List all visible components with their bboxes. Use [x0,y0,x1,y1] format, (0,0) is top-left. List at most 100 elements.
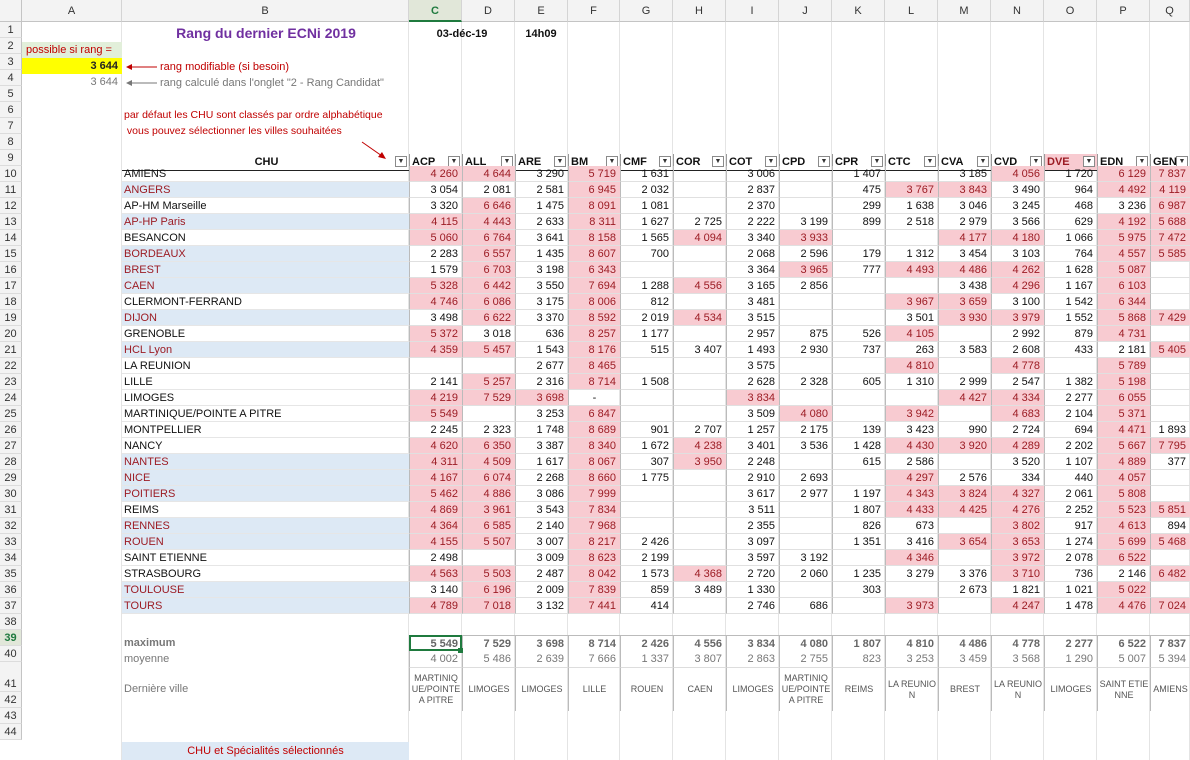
rank-cell[interactable]: 4 746 [409,294,462,310]
rank-cell[interactable] [673,502,726,518]
row-header-8[interactable]: 8 [0,134,22,150]
row-header-1[interactable]: 1 [0,22,22,38]
rank-cell[interactable] [1150,358,1190,374]
chu-name-cell[interactable]: LIMOGES [122,390,409,406]
rank-cell[interactable]: 1 542 [1044,294,1097,310]
rank-cell[interactable]: 6 482 [1150,566,1190,582]
maximum-cell[interactable]: 8 714 [568,635,620,651]
rank-cell[interactable]: 4 433 [885,502,938,518]
rank-cell[interactable] [1150,262,1190,278]
derniere-ville-cell[interactable]: LIMOGES [726,667,779,711]
rank-cell[interactable] [673,246,726,262]
rank-cell[interactable]: 3 054 [409,182,462,198]
maximum-cell[interactable]: 4 080 [779,635,832,651]
rank-cell[interactable]: 8 042 [568,566,620,582]
rank-cell[interactable]: 4 094 [673,230,726,246]
rank-cell[interactable]: 5 808 [1097,486,1150,502]
table-row[interactable]: DIJON 3 498 6 622 3 370 8 592 2 019 4 534 3 515… [0,310,1190,326]
rank-cell[interactable]: 4 311 [409,454,462,470]
rank-cell[interactable]: 3 489 [673,582,726,598]
rank-cell[interactable] [673,326,726,342]
rank-cell[interactable]: 3 942 [885,406,938,422]
rank-cell[interactable]: 2 068 [726,246,779,262]
rank-cell[interactable]: 2 596 [779,246,832,262]
rank-cell[interactable]: 2 081 [462,182,515,198]
rank-cell[interactable]: 1 235 [832,566,885,582]
rank-cell[interactable] [779,166,832,182]
rank-cell[interactable] [779,358,832,374]
rank-cell[interactable] [409,358,462,374]
rank-cell[interactable]: 3 009 [515,550,568,566]
rank-cell[interactable]: 3 550 [515,278,568,294]
rank-cell[interactable]: 5 022 [1097,582,1150,598]
rank-cell[interactable]: 7 472 [1150,230,1190,246]
rank-cell[interactable]: 3 185 [938,166,991,182]
column-header-b[interactable]: B [122,0,409,22]
rank-cell[interactable]: 5 688 [1150,214,1190,230]
rank-cell[interactable]: 673 [885,518,938,534]
rank-cell[interactable]: 475 [832,182,885,198]
rank-cell[interactable] [673,374,726,390]
rank-cell[interactable]: 6 343 [568,262,620,278]
rank-cell[interactable]: 4 368 [673,566,726,582]
rank-cell[interactable]: 2 181 [1097,342,1150,358]
rank-cell[interactable]: 1 197 [832,486,885,502]
rank-cell[interactable] [832,278,885,294]
rank-cell[interactable]: 1 435 [515,246,568,262]
rank-cell[interactable]: 299 [832,198,885,214]
rank-cell[interactable]: 8 623 [568,550,620,566]
rank-cell[interactable] [1150,294,1190,310]
derniere-ville-cell[interactable]: LIMOGES [1044,667,1097,711]
rank-cell[interactable]: 303 [832,582,885,598]
table-row[interactable]: NICE 4 167 6 074 2 268 8 660 1 775 2 910 2 693 4… [0,470,1190,486]
rank-cell[interactable]: 3 930 [938,310,991,326]
column-header-m[interactable]: M [938,0,991,22]
rank-cell[interactable]: 2 009 [515,582,568,598]
rank-cell[interactable]: 4 334 [991,390,1044,406]
rank-cell[interactable]: 6 442 [462,278,515,294]
rank-cell[interactable]: 4 289 [991,438,1044,454]
rank-cell[interactable]: 6 945 [568,182,620,198]
rank-cell[interactable] [673,294,726,310]
rank-cell[interactable]: 4 276 [991,502,1044,518]
rank-cell[interactable]: 3 961 [462,502,515,518]
rank-cell[interactable]: 4 810 [885,358,938,374]
derniere-ville-cell[interactable]: REIMS [832,667,885,711]
rank-cell[interactable]: 2 316 [515,374,568,390]
rank-cell[interactable]: 3 967 [885,294,938,310]
rank-cell[interactable]: 6 103 [1097,278,1150,294]
row-header-3[interactable]: 3 [0,54,22,70]
rank-cell[interactable] [779,310,832,326]
chu-name-cell[interactable]: ROUEN [122,534,409,550]
rank-cell[interactable]: 3 641 [515,230,568,246]
rank-cell[interactable]: 2 581 [515,182,568,198]
rank-cell[interactable]: 1 407 [832,166,885,182]
rank-cell[interactable]: 3 950 [673,454,726,470]
derniere-ville-cell[interactable]: LA REUNION [991,667,1044,711]
maximum-cell[interactable]: 2 277 [1044,635,1097,651]
column-header-n[interactable]: N [991,0,1044,22]
rank-cell[interactable]: 8 257 [568,326,620,342]
rank-cell[interactable]: 5 503 [462,566,515,582]
rank-cell[interactable]: 4 509 [462,454,515,470]
rank-cell[interactable]: 377 [1150,454,1190,470]
rank-cell[interactable]: 3 320 [409,198,462,214]
rank-cell[interactable]: 4 869 [409,502,462,518]
rank-cell[interactable]: 3 198 [515,262,568,278]
moyenne-cell[interactable]: 3 568 [991,651,1044,667]
rank-cell[interactable]: 3 597 [726,550,779,566]
chu-name-cell[interactable]: SAINT ETIENNE [122,550,409,566]
rank-cell[interactable]: 3 245 [991,198,1044,214]
table-row[interactable]: TOULOUSE 3 140 6 196 2 009 7 839 859 3 489 1 33… [0,582,1190,598]
table-row[interactable]: CAEN 5 328 6 442 3 550 7 694 1 288 4 556 3 165 2… [0,278,1190,294]
table-row[interactable]: LILLE 2 141 5 257 2 316 8 714 1 508 2 628 2 328… [0,374,1190,390]
rank-cell[interactable]: 6 086 [462,294,515,310]
rank-cell[interactable] [938,598,991,614]
rank-cell[interactable]: 3 501 [885,310,938,326]
rank-cell[interactable]: 964 [1044,182,1097,198]
rank-cell[interactable]: 6 522 [1097,550,1150,566]
rank-cell[interactable]: 6 987 [1150,198,1190,214]
rank-cell[interactable]: 3 498 [409,310,462,326]
rank-cell[interactable]: 737 [832,342,885,358]
rank-cell[interactable]: 5 468 [1150,534,1190,550]
